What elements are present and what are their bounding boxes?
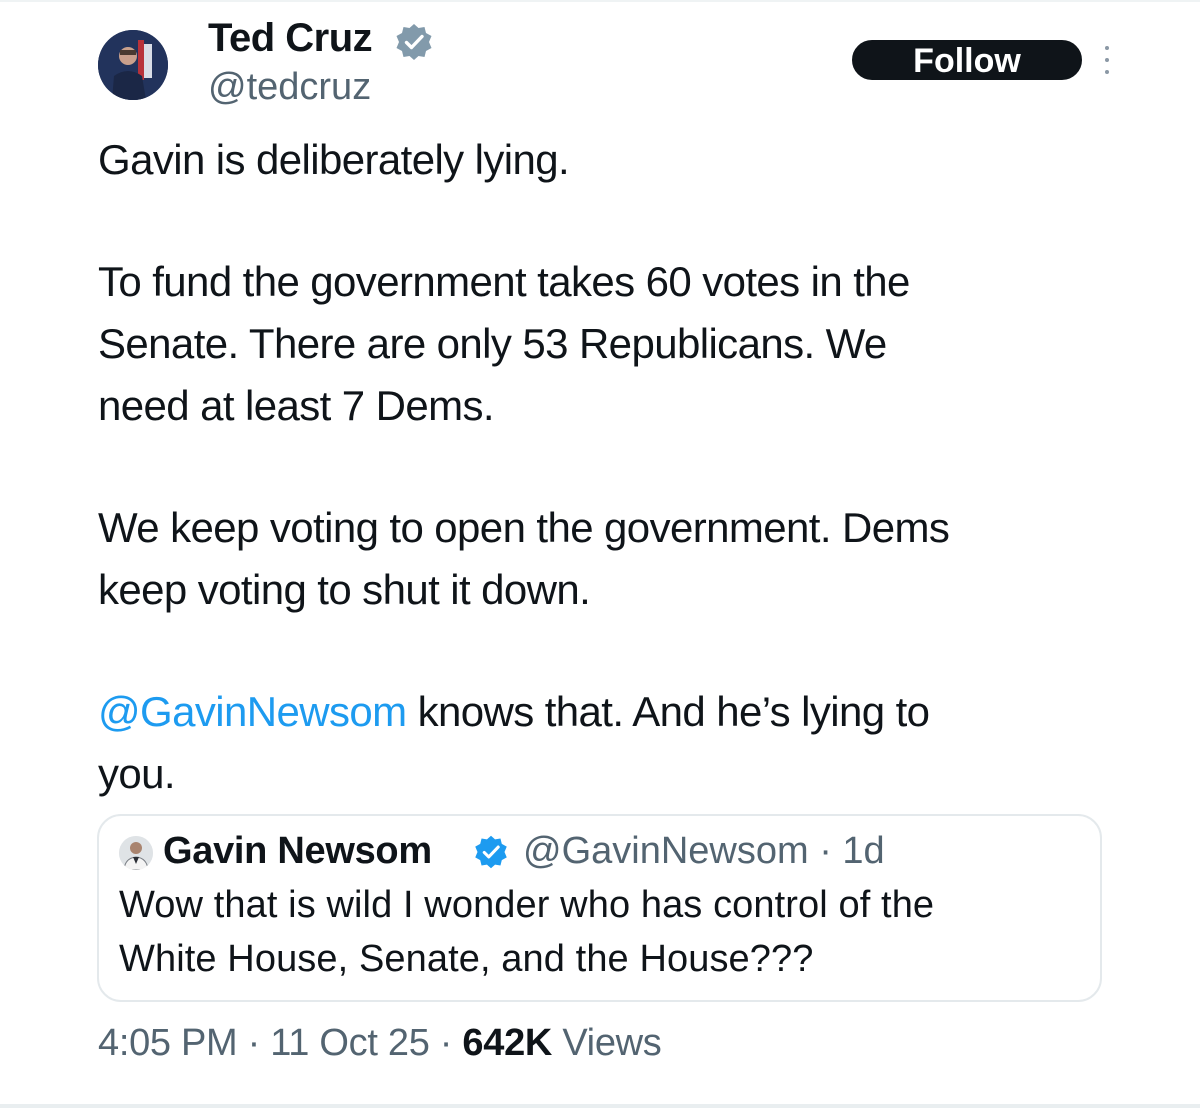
author-avatar[interactable] [98,30,168,100]
tweet-page: Ted Cruz @tedcruz Follow Gavin is delibe… [0,0,1200,1114]
author-name[interactable]: Ted Cruz [208,16,373,61]
verified-badge-icon [396,24,432,60]
quote-handle-time: @GavinNewsom · 1d [523,830,885,872]
tweet-text-line: To fund the government takes 60 votes in… [98,258,910,305]
tweet-text-line: @GavinNewsom knows that. And he’s lying … [98,684,930,740]
author-handle[interactable]: @tedcruz [208,66,371,109]
follow-button[interactable]: Follow [852,40,1082,80]
tweet-text-line: you. [98,750,176,797]
quote-text-line: Wow that is wild I wonder who has contro… [119,884,935,926]
quote-author-name[interactable]: Gavin Newsom [163,830,432,873]
top-divider [0,0,1200,2]
bottom-divider [0,1104,1200,1108]
tweet-text-line: need at least 7 Dems. [98,382,495,429]
tweet-text-line: keep voting to shut it down. [98,566,591,613]
views-count: 642K [462,1022,553,1064]
quoted-tweet-card[interactable]: Gavin Newsom @GavinNewsom · 1d Wow that … [97,814,1102,1002]
quote-text-line: White House, Senate, and the House??? [119,938,814,980]
tweet-timestamp[interactable]: 4:05 PM · 11 Oct 25 · [98,1022,462,1064]
views-label: Views [552,1022,662,1064]
tweet-text-line: Gavin is deliberately lying. [98,136,570,183]
mention-link[interactable]: @GavinNewsom [98,688,407,735]
tweet-text-line: Senate. There are only 53 Republicans. W… [98,320,887,367]
quote-verified-badge-icon [475,835,507,869]
quote-author-avatar[interactable] [119,836,153,870]
tweet-text-fragment: knows that. And he’s lying to [406,688,930,735]
tweet-timestamp-views: 4:05 PM · 11 Oct 25 · 642K Views [98,1022,662,1065]
tweet-text-line: We keep voting to open the government. D… [98,504,950,551]
more-vertical-icon[interactable] [1100,46,1114,74]
